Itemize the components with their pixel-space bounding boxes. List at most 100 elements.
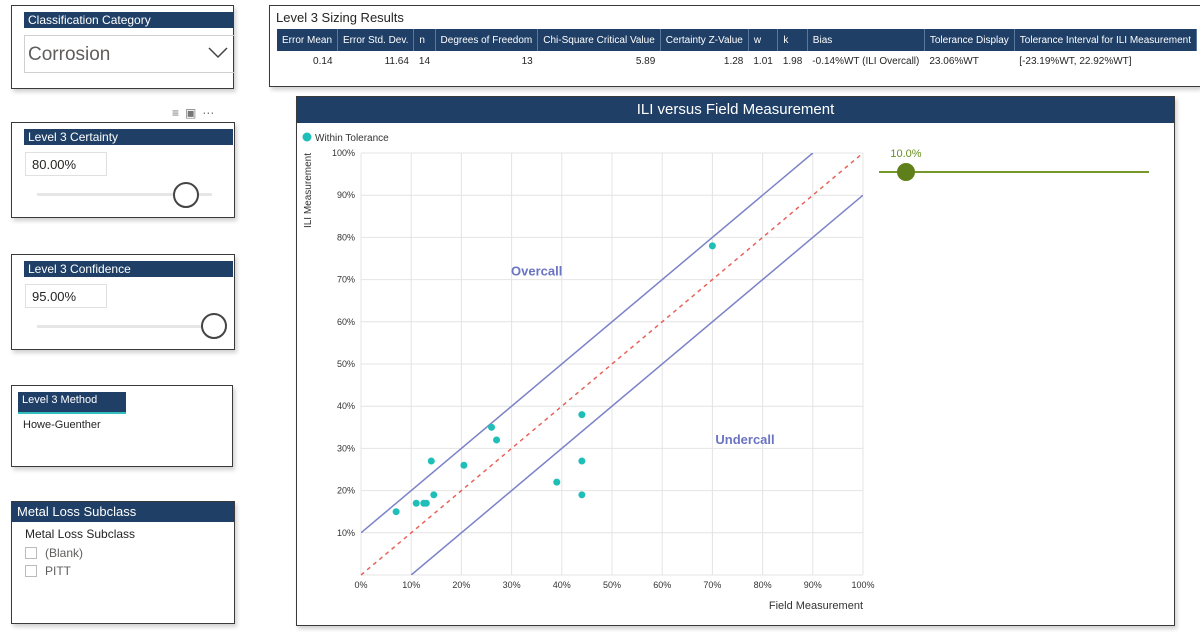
table-cell: 14	[418, 55, 431, 67]
data-point[interactable]	[488, 423, 496, 431]
legend-marker	[302, 132, 312, 142]
table-cell: 5.89	[635, 55, 656, 67]
table-cell: 1.01	[753, 55, 773, 67]
x-tick-label: 90%	[804, 580, 822, 590]
x-axis-title: Field Measurement	[769, 600, 863, 612]
column-header[interactable]: Bias	[807, 29, 925, 51]
classification-dropdown[interactable]: Corrosion	[24, 35, 235, 73]
more-options-icon[interactable]: ⋯	[202, 106, 220, 120]
column-header[interactable]: Certainty Z-Value	[660, 29, 749, 51]
certainty-slider-handle[interactable]	[173, 182, 199, 208]
certainty-slicer: Level 3 Certainty 80.00%	[11, 122, 235, 218]
x-tick-label: 30%	[503, 580, 521, 590]
metal-loss-option-blank[interactable]: (Blank)	[25, 546, 83, 560]
data-point[interactable]	[430, 491, 438, 499]
column-header[interactable]: Tolerance Interval for ILI Measurement	[1014, 29, 1198, 51]
column-header[interactable]: Error Std. Dev.	[337, 29, 415, 51]
classification-slicer: Classification Category Corrosion	[11, 5, 235, 89]
data-point[interactable]	[578, 491, 586, 499]
table-cell: 1.28	[723, 55, 744, 67]
chevron-down-icon	[208, 47, 228, 59]
confidence-slider-track[interactable]	[37, 325, 212, 328]
confidence-header: Level 3 Confidence	[24, 261, 233, 277]
metal-loss-option-pitt[interactable]: PITT	[25, 564, 71, 578]
y-tick-label: 90%	[337, 190, 355, 200]
undercall-label: Undercall	[715, 432, 774, 447]
method-card: Level 3 Method Howe-Guenther	[11, 385, 233, 467]
option-label: PITT	[45, 564, 71, 578]
data-point[interactable]	[392, 508, 400, 516]
x-tick-label: 100%	[851, 580, 874, 590]
sizing-results-title: Level 3 Sizing Results	[276, 10, 404, 25]
x-tick-label: 10%	[402, 580, 420, 590]
x-tick-label: 0%	[354, 580, 367, 590]
data-point[interactable]	[578, 411, 586, 419]
x-tick-label: 50%	[603, 580, 621, 590]
column-header[interactable]: Error Mean	[277, 29, 339, 51]
chart-title: ILI versus Field Measurement	[297, 97, 1174, 123]
column-header[interactable]: k	[777, 29, 808, 51]
tolerance-slider-handle[interactable]	[897, 163, 915, 181]
overcall-label: Overcall	[511, 263, 562, 278]
table-row: 0.14 11.64 14 13 5.89 1.28 1.01 1.98 -0.…	[277, 51, 1197, 71]
method-header: Level 3 Method	[18, 392, 126, 414]
sizing-results-table: Error Mean Error Std. Dev. n Degrees of …	[277, 29, 1198, 71]
method-value: Howe-Guenther	[23, 419, 101, 431]
x-tick-label: 70%	[703, 580, 721, 590]
table-cell: 13	[521, 55, 533, 67]
data-point[interactable]	[427, 457, 435, 465]
y-axis-title: ILI Measurement	[303, 153, 314, 228]
metal-loss-header: Metal Loss Subclass	[12, 502, 234, 522]
table-cell: 1.98	[782, 55, 803, 67]
classification-header: Classification Category	[24, 12, 233, 28]
column-header[interactable]: w	[748, 29, 779, 51]
data-point[interactable]	[553, 478, 561, 486]
confidence-input[interactable]: 95.00%	[25, 284, 107, 308]
lower-tolerance-line	[410, 194, 863, 575]
table-cell: 11.64	[384, 55, 409, 67]
y-tick-label: 10%	[337, 528, 355, 538]
ili-vs-field-chart: ILI versus Field Measurement 0% 10% 20% 30%…	[296, 96, 1175, 626]
table-cell: -0.14%WT (ILI Overcall)	[812, 55, 920, 67]
certainty-header: Level 3 Certainty	[24, 129, 233, 145]
metal-loss-subheader: Metal Loss Subclass	[25, 527, 136, 541]
upper-tolerance-line	[361, 153, 814, 534]
classification-value: Corrosion	[28, 44, 111, 65]
checkbox-icon[interactable]	[25, 547, 37, 559]
data-point[interactable]	[493, 436, 501, 444]
certainty-input[interactable]: 80.00%	[25, 152, 107, 176]
y-tick-label: 50%	[337, 359, 355, 369]
y-tick-label: 20%	[337, 486, 355, 496]
metal-loss-slicer: Metal Loss Subclass Metal Loss Subclass …	[11, 501, 235, 624]
y-tick-label: 70%	[337, 275, 355, 285]
table-cell: 23.06%WT	[929, 55, 979, 67]
data-point[interactable]	[422, 499, 430, 507]
confidence-slicer: Level 3 Confidence 95.00%	[11, 254, 235, 350]
x-tick-label: 20%	[452, 580, 470, 590]
data-point[interactable]	[708, 242, 716, 250]
column-header[interactable]: Degrees of Freedom	[435, 29, 539, 51]
column-header[interactable]: Tolerance Display	[924, 29, 1015, 51]
x-tick-label: 60%	[653, 580, 671, 590]
table-cell: 0.14	[313, 55, 333, 67]
sizing-results-card: Level 3 Sizing Results Error Mean Error …	[269, 5, 1200, 87]
column-header[interactable]: n	[413, 29, 436, 51]
chart-canvas: 0% 10% 20% 30% 40% 50% 60% 70% 80% 90% 100% 10% 20% 3…	[302, 132, 1149, 612]
filter-icon[interactable]: ≡	[172, 106, 185, 120]
confidence-slider-handle[interactable]	[201, 313, 227, 339]
column-header[interactable]: Chi-Square Critical Value	[537, 29, 661, 51]
legend-label: Within Tolerance	[315, 133, 389, 144]
y-tick-label: 30%	[337, 443, 355, 453]
data-point[interactable]	[412, 499, 420, 507]
data-point[interactable]	[460, 461, 468, 469]
focus-mode-icon[interactable]: ▣	[185, 106, 202, 120]
data-point[interactable]	[578, 457, 586, 465]
tolerance-slider-label: 10.0%	[890, 148, 921, 160]
y-tick-label: 40%	[337, 401, 355, 411]
x-tick-label: 40%	[553, 580, 571, 590]
table-header-row: Error Mean Error Std. Dev. n Degrees of …	[277, 29, 1198, 51]
option-label: (Blank)	[45, 546, 84, 560]
table-cell: [-23.19%WT, 22.92%WT]	[1019, 55, 1132, 67]
visual-header-toolbar: ≡▣⋯	[172, 106, 220, 120]
checkbox-icon[interactable]	[25, 565, 37, 577]
